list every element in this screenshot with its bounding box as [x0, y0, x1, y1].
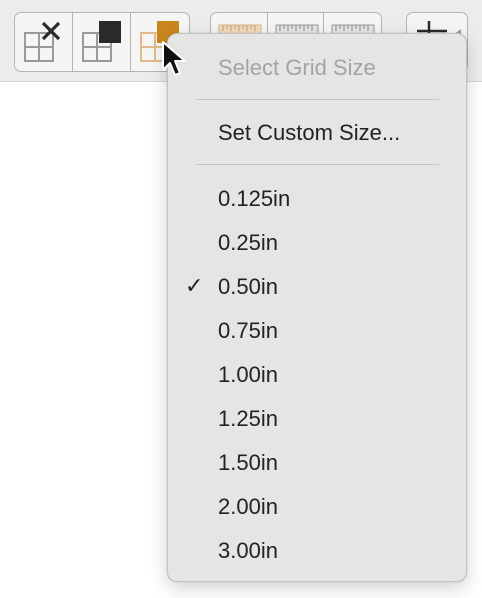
menu-item-label: 0.50in	[218, 274, 278, 299]
mouse-pointer-icon	[162, 41, 186, 76]
menu-header: Select Grid Size	[168, 48, 466, 88]
menu-item-label: 3.00in	[218, 538, 278, 563]
menu-item-label: 1.25in	[218, 406, 278, 431]
menu-item-label: 1.50in	[218, 450, 278, 475]
grid-remove-icon	[24, 21, 61, 62]
grid-snap-button[interactable]	[73, 13, 131, 71]
menu-item-custom-size[interactable]: Set Custom Size...	[168, 113, 466, 153]
menu-item-size-050[interactable]: ✓ 0.50in	[168, 267, 466, 307]
menu-item-size-025[interactable]: 0.25in	[168, 223, 466, 263]
checkmark-icon: ✓	[185, 274, 204, 299]
menu-item-label: Set Custom Size...	[218, 120, 401, 145]
menu-item-size-100[interactable]: 1.00in	[168, 355, 466, 395]
menu-item-label: 0.25in	[218, 230, 278, 255]
menu-item-size-0125[interactable]: 0.125in	[168, 179, 466, 219]
menu-header-label: Select Grid Size	[218, 55, 376, 80]
menu-item-label: 1.00in	[218, 362, 278, 387]
grid-snap-icon	[82, 21, 121, 62]
grid-remove-button[interactable]	[15, 13, 73, 71]
menu-separator	[197, 99, 439, 100]
menu-item-label: 2.00in	[218, 494, 278, 519]
menu-item-size-125[interactable]: 1.25in	[168, 399, 466, 439]
menu-item-label: 0.125in	[218, 186, 291, 211]
menu-separator	[197, 164, 439, 165]
menu-item-size-200[interactable]: 2.00in	[168, 487, 466, 527]
grid-size-menu: Select Grid Size Set Custom Size... 0.12…	[167, 33, 467, 582]
menu-item-size-150[interactable]: 1.50in	[168, 443, 466, 483]
menu-item-size-300[interactable]: 3.00in	[168, 531, 466, 571]
menu-item-label: 0.75in	[218, 318, 278, 343]
menu-item-size-075[interactable]: 0.75in	[168, 311, 466, 351]
